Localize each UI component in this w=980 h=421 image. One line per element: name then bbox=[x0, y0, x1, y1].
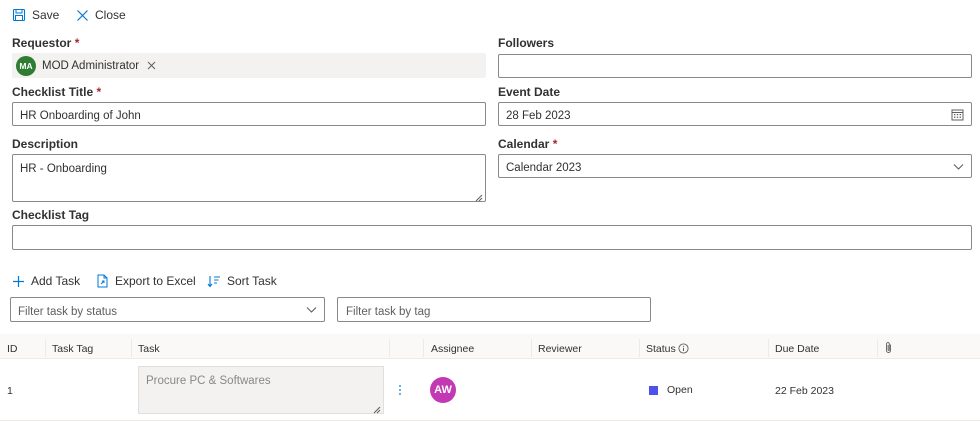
attachment-icon bbox=[884, 341, 893, 357]
close-button[interactable]: Close bbox=[76, 8, 126, 22]
header-assignee[interactable]: Assignee bbox=[431, 343, 474, 355]
status-badge bbox=[649, 386, 658, 395]
plus-icon bbox=[12, 275, 25, 288]
sort-icon bbox=[207, 275, 221, 288]
requestor-picker[interactable]: MA MOD Administrator bbox=[12, 53, 486, 78]
checklist-tag-input[interactable] bbox=[12, 225, 972, 250]
save-icon bbox=[12, 8, 26, 22]
checklist-title-input[interactable]: HR Onboarding of John bbox=[12, 102, 486, 126]
column-divider bbox=[639, 339, 640, 357]
column-divider bbox=[389, 339, 390, 357]
event-date-label: Event Date bbox=[498, 85, 561, 99]
header-due-date[interactable]: Due Date bbox=[775, 343, 819, 355]
checklist-tag-label: Checklist Tag bbox=[12, 208, 90, 222]
close-label: Close bbox=[95, 8, 126, 22]
avatar: MA bbox=[16, 55, 36, 76]
column-divider bbox=[768, 339, 769, 357]
task-textarea[interactable]: Procure PC & Softwares bbox=[138, 366, 384, 414]
column-divider bbox=[531, 339, 532, 357]
calendar-label: Calendar * bbox=[498, 137, 558, 151]
description-label: Description bbox=[12, 137, 79, 151]
resize-grip-icon[interactable] bbox=[475, 191, 483, 202]
header-task[interactable]: Task bbox=[138, 343, 160, 355]
event-date-picker[interactable]: 28 Feb 2023 bbox=[498, 102, 972, 126]
row-status: Open bbox=[667, 384, 693, 396]
row-id: 1 bbox=[7, 385, 13, 397]
column-divider bbox=[423, 339, 424, 357]
filter-tag-input[interactable]: Filter task by tag bbox=[337, 297, 651, 322]
column-divider bbox=[877, 339, 878, 357]
calendar-dropdown[interactable]: Calendar 2023 bbox=[498, 154, 972, 178]
column-divider bbox=[131, 339, 132, 357]
remove-person-icon[interactable] bbox=[147, 61, 156, 70]
add-task-button[interactable]: Add Task bbox=[12, 274, 80, 288]
header-status[interactable]: Status bbox=[646, 343, 676, 355]
close-icon bbox=[76, 9, 89, 22]
sort-task-button[interactable]: Sort Task bbox=[207, 274, 277, 288]
export-excel-button[interactable]: Export to Excel bbox=[96, 274, 196, 288]
followers-label: Followers bbox=[498, 36, 555, 50]
export-icon bbox=[96, 274, 109, 288]
checklist-title-label: Checklist Title * bbox=[12, 85, 102, 99]
requestor-name: MOD Administrator bbox=[42, 59, 140, 72]
table-row[interactable]: 1 Procure PC & Softwares AW Open 22 Feb … bbox=[0, 360, 980, 421]
chevron-down-icon bbox=[306, 304, 317, 318]
requestor-label: Requestor * bbox=[12, 36, 80, 50]
followers-input[interactable] bbox=[498, 54, 972, 78]
row-due-date: 22 Feb 2023 bbox=[775, 385, 834, 397]
header-reviewer[interactable]: Reviewer bbox=[538, 343, 582, 355]
more-options-icon[interactable] bbox=[398, 384, 402, 399]
header-task-tag[interactable]: Task Tag bbox=[52, 343, 93, 355]
info-icon[interactable] bbox=[678, 343, 689, 357]
calendar-icon[interactable] bbox=[951, 108, 964, 124]
column-divider bbox=[45, 339, 46, 357]
avatar[interactable]: AW bbox=[430, 377, 456, 403]
resize-grip-icon[interactable] bbox=[373, 403, 381, 414]
filter-status-dropdown[interactable]: Filter task by status bbox=[10, 297, 325, 322]
description-textarea[interactable]: HR - Onboarding bbox=[12, 154, 486, 202]
chevron-down-icon bbox=[953, 161, 964, 175]
header-id[interactable]: ID bbox=[7, 343, 18, 355]
save-label: Save bbox=[32, 8, 60, 22]
save-button[interactable]: Save bbox=[12, 8, 59, 22]
